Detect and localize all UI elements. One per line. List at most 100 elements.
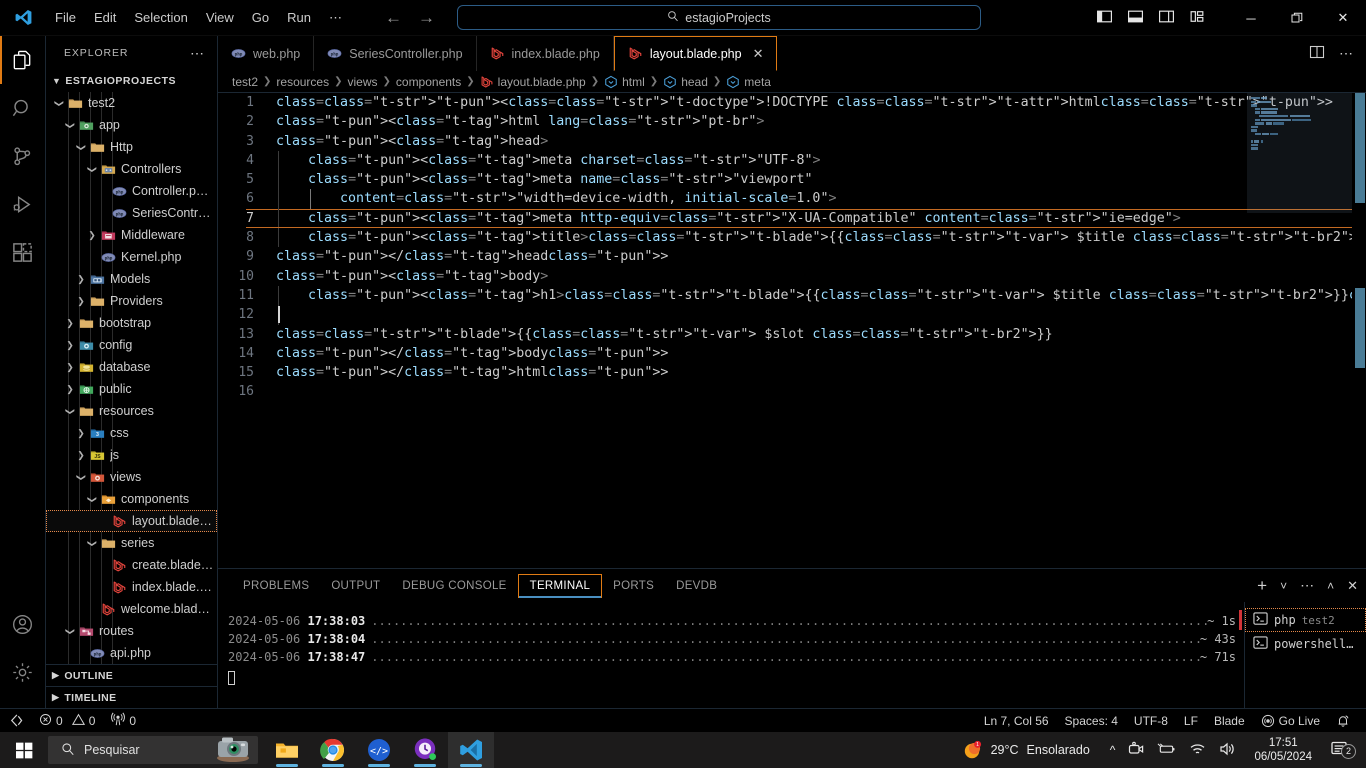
tree-file-row[interactable]: php Kernel.php [46,246,217,268]
status-go-live[interactable]: Go Live [1253,709,1328,733]
status-cursor-position[interactable]: Ln 7, Col 56 [976,709,1057,733]
tree-folder-row[interactable]: ❯ Middleware [46,224,217,246]
menu-file[interactable]: File [46,7,85,28]
activity-explorer[interactable] [0,36,46,84]
chevron-down-icon[interactable]: ❯ [87,492,98,506]
code-lines[interactable]: 1 class=class="t-str">"t-pun"><class=clas… [218,93,1366,402]
scrollbar-thumb-secondary[interactable] [1355,288,1365,368]
problems-button[interactable]: 0 0 [31,709,103,733]
tab-close-icon[interactable]: ✕ [753,46,764,62]
outline-section[interactable]: ▶ OUTLINE [46,664,217,686]
chevron-right-icon[interactable]: ❯ [63,384,77,395]
chevron-down-icon[interactable]: ❯ [65,118,76,132]
notification-center-button[interactable]: 2 [1320,740,1360,761]
status-eol[interactable]: LF [1176,709,1206,733]
explorer-more-actions-icon[interactable]: ⋯ [190,45,205,62]
menu-selection[interactable]: Selection [125,7,196,28]
taskbar-app-blue-app[interactable]: </> [356,732,402,768]
tree-file-row[interactable]: index.blade.… [46,576,217,598]
menu-view[interactable]: View [197,7,243,28]
editor-scrollbar[interactable] [1352,93,1366,568]
editor-minimap[interactable] [1247,93,1352,568]
code-line[interactable]: 2 class="t-pun"><class="t-tag">html lang=… [218,112,1366,131]
workspace-root-row[interactable]: ▼ ESTAGIOPROJECTS [46,70,217,92]
chevron-down-icon[interactable]: ❯ [54,96,65,110]
code-line[interactable]: 8 class="t-pun"><class="t-tag">title>cla… [218,228,1366,248]
taskbar-search-box[interactable]: Pesquisar [48,736,258,764]
chevron-down-icon[interactable]: ❯ [76,470,87,484]
menu-go[interactable]: Go [243,7,278,28]
chevron-right-icon[interactable]: ❯ [63,362,77,373]
chevron-down-icon[interactable]: ❯ [65,404,76,418]
tree-folder-row[interactable]: ❯ config [46,334,217,356]
chevron-right-icon[interactable]: ❯ [85,230,99,241]
start-button[interactable] [0,732,48,768]
tree-folder-row[interactable]: ❯ app [46,114,217,136]
status-language-mode[interactable]: Blade [1206,709,1253,733]
activity-accounts[interactable] [0,600,46,648]
code-line[interactable]: 16 [218,382,1366,401]
window-close-button[interactable]: ✕ [1320,0,1366,36]
tree-folder-row[interactable]: ❯ Providers [46,290,217,312]
code-line[interactable]: 15 class="t-pun"></class="t-tag">htmlclas… [218,363,1366,382]
battery-icon[interactable] [1157,741,1176,760]
panel-more-actions-icon[interactable]: ⋯ [1300,577,1314,594]
camera-tray-icon[interactable] [1128,741,1144,760]
chevron-right-icon[interactable]: ❯ [63,318,77,329]
chevron-down-icon[interactable]: ❯ [65,624,76,638]
editor-tab-web-php[interactable]: php web.php [218,36,315,71]
breadcrumb-item[interactable]: head [663,75,708,89]
timeline-section[interactable]: ▶ TIMELINE [46,686,217,708]
terminal-dropdown-icon[interactable]: ˅ [1280,579,1287,593]
code-line[interactable]: 6 content=class="t-str">"width=device-wi… [218,189,1366,209]
split-editor-icon[interactable] [1309,44,1325,63]
tree-file-row[interactable]: create.blade… [46,554,217,576]
terminal-prompt-line[interactable] [228,669,1236,687]
tree-file-row[interactable]: php SeriesContr… [46,202,217,224]
chevron-right-icon[interactable]: ❯ [74,428,88,439]
code-line[interactable]: 9 class="t-pun"></class="t-tag">headclass… [218,247,1366,266]
remote-window-button[interactable] [0,709,31,733]
terminal-instance[interactable]: powershell… [1245,632,1366,656]
tree-folder-row[interactable]: ❯ 3 css [46,422,217,444]
code-line[interactable]: 7 class="t-pun"><class="t-tag">meta http… [218,208,1366,229]
tree-folder-row[interactable]: ❯ bootstrap [46,312,217,334]
toggle-primary-sidebar-icon[interactable] [1096,8,1113,28]
taskbar-app-purple-clock-app[interactable] [402,732,448,768]
ports-button[interactable]: 0 [103,709,144,733]
tree-folder-row[interactable]: ❯ resources [46,400,217,422]
tree-file-row[interactable]: php api.php [46,642,217,664]
customize-layout-icon[interactable] [1189,8,1206,28]
tree-folder-row[interactable]: ❯ database [46,356,217,378]
panel-tab-ports[interactable]: PORTS [602,575,665,597]
breadcrumb-item[interactable]: components [396,75,461,89]
panel-tab-problems[interactable]: PROBLEMS [232,575,320,597]
show-hidden-icons-chevron-up-icon[interactable]: ^ [1110,743,1116,757]
tree-folder-row[interactable]: ❯ Http [46,136,217,158]
toggle-panel-icon[interactable] [1127,8,1144,28]
activity-source-control[interactable] [0,132,46,180]
notifications-bell-icon[interactable] [1328,709,1358,733]
code-line[interactable]: 12 [218,305,1366,325]
editor-tab-index-blade-php[interactable]: index.blade.php [476,36,614,71]
terminal-instance[interactable]: php test2 [1239,608,1366,632]
chevron-right-icon[interactable]: ❯ [63,340,77,351]
toggle-secondary-sidebar-icon[interactable] [1158,8,1175,28]
tree-folder-row[interactable]: ❯ Models [46,268,217,290]
taskbar-app-vs-code[interactable] [448,732,494,768]
close-panel-icon[interactable]: ✕ [1347,578,1358,594]
breadcrumb-item[interactable]: html [604,75,645,89]
editor-tab-SeriesController-php[interactable]: php SeriesController.php [314,36,477,71]
tree-folder-row[interactable]: ❯ public [46,378,217,400]
code-editor[interactable]: 1 class=class="t-str">"t-pun"><class=clas… [218,93,1366,568]
chevron-right-icon[interactable]: ❯ [74,450,88,461]
volume-icon[interactable] [1219,741,1236,760]
breadcrumb-item[interactable]: layout.blade.php [480,75,586,89]
status-encoding[interactable]: UTF-8 [1126,709,1176,733]
forward-arrow-icon[interactable]: → [418,9,435,26]
maximize-panel-icon[interactable]: ˄ [1327,579,1334,593]
editor-more-actions-icon[interactable]: ⋯ [1339,45,1353,62]
tree-folder-row[interactable]: ❯ routes [46,620,217,642]
code-line[interactable]: 5 class="t-pun"><class="t-tag">meta name… [218,170,1366,190]
command-center-search[interactable]: estagioProjects [457,5,981,30]
